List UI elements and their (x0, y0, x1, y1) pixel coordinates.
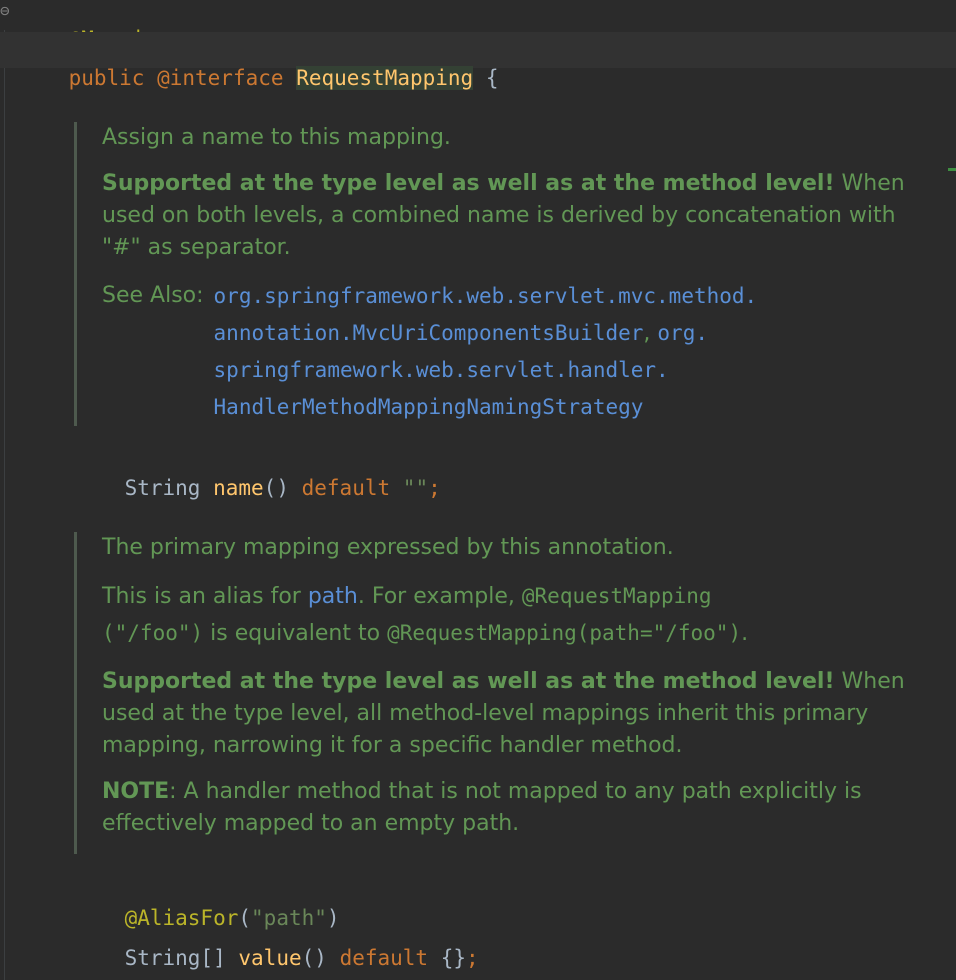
change-marker (948, 168, 956, 171)
note-label: NOTE (102, 779, 170, 804)
code-line-declaration[interactable]: public @interface RequestMapping { (18, 36, 499, 120)
doc-summary: The primary mapping expressed by this an… (102, 535, 674, 560)
doc-code-2: ("/foo") (102, 621, 204, 645)
doc-detail: Supported at the type level as well as a… (102, 168, 922, 264)
method-value: value (238, 946, 302, 970)
default-value: "" (402, 476, 429, 500)
doc-detail: Supported at the type level as well as a… (102, 666, 952, 762)
link-naming-strategy-b[interactable]: springframework.web.servlet.handler. (214, 358, 669, 382)
keyword-default: default (301, 476, 391, 500)
see-also-links: org.springframework.web.servlet.mvc.meth… (214, 278, 894, 426)
semicolon: ; (466, 946, 479, 970)
link-separator: , (643, 321, 651, 346)
doc-alias: This is an alias for path. For example, … (102, 578, 952, 652)
doc-bold: Supported at the type level as well as a… (102, 669, 835, 694)
type-string-array: String[] (124, 946, 226, 970)
type-string: String (124, 476, 201, 500)
doc-text: . (741, 621, 749, 646)
semicolon: ; (428, 476, 441, 500)
note-text: : A handler method that is not mapped to… (102, 779, 862, 836)
code-line-value[interactable]: String[] value() default {}; (74, 916, 479, 980)
doc-text: . For example, (357, 584, 515, 609)
doc-code-1: @RequestMapping (521, 584, 712, 608)
see-also: See Also: org.springframework.web.servle… (102, 278, 922, 426)
doc-text: This is an alias for (102, 584, 301, 609)
javadoc-block-name[interactable]: Assign a name to this mapping. Supported… (74, 122, 922, 426)
keyword-public: public (68, 66, 145, 90)
parens: () (301, 946, 327, 970)
javadoc-block-value[interactable]: The primary mapping expressed by this an… (74, 532, 952, 854)
keyword-default: default (339, 946, 429, 970)
doc-code-3: @RequestMapping(path="/foo") (387, 621, 742, 645)
link-naming-strategy-c[interactable]: HandlerMethodMappingNamingStrategy (214, 395, 644, 419)
doc-summary: Assign a name to this mapping. (102, 125, 451, 150)
see-also-label: See Also: (102, 283, 204, 308)
parens: () (263, 476, 289, 500)
fold-icon[interactable]: ⊖ (0, 3, 10, 19)
gutter-guide (4, 30, 5, 980)
keyword-interface: @interface (157, 66, 284, 90)
link-mvc-uri-builder-b[interactable]: annotation.MvcUriComponentsBuilder (214, 321, 644, 345)
doc-text: is equivalent to (210, 621, 381, 646)
method-name: name (213, 476, 264, 500)
code-editor[interactable]: ⊖ @Mapping public @interface RequestMapp… (0, 0, 956, 980)
link-naming-strategy-a[interactable]: org. (657, 321, 708, 345)
link-mvc-uri-builder-a[interactable]: org.springframework.web.servlet.mvc.meth… (214, 284, 758, 308)
doc-bold: Supported at the type level as well as a… (102, 171, 835, 196)
open-brace: { (485, 66, 499, 90)
type-name: RequestMapping (296, 66, 474, 90)
code-line-name[interactable]: String name() default ""; (74, 446, 441, 530)
doc-note: NOTE: A handler method that is not mappe… (102, 776, 952, 840)
default-braces: {} (440, 946, 467, 970)
link-path[interactable]: path (308, 584, 358, 609)
